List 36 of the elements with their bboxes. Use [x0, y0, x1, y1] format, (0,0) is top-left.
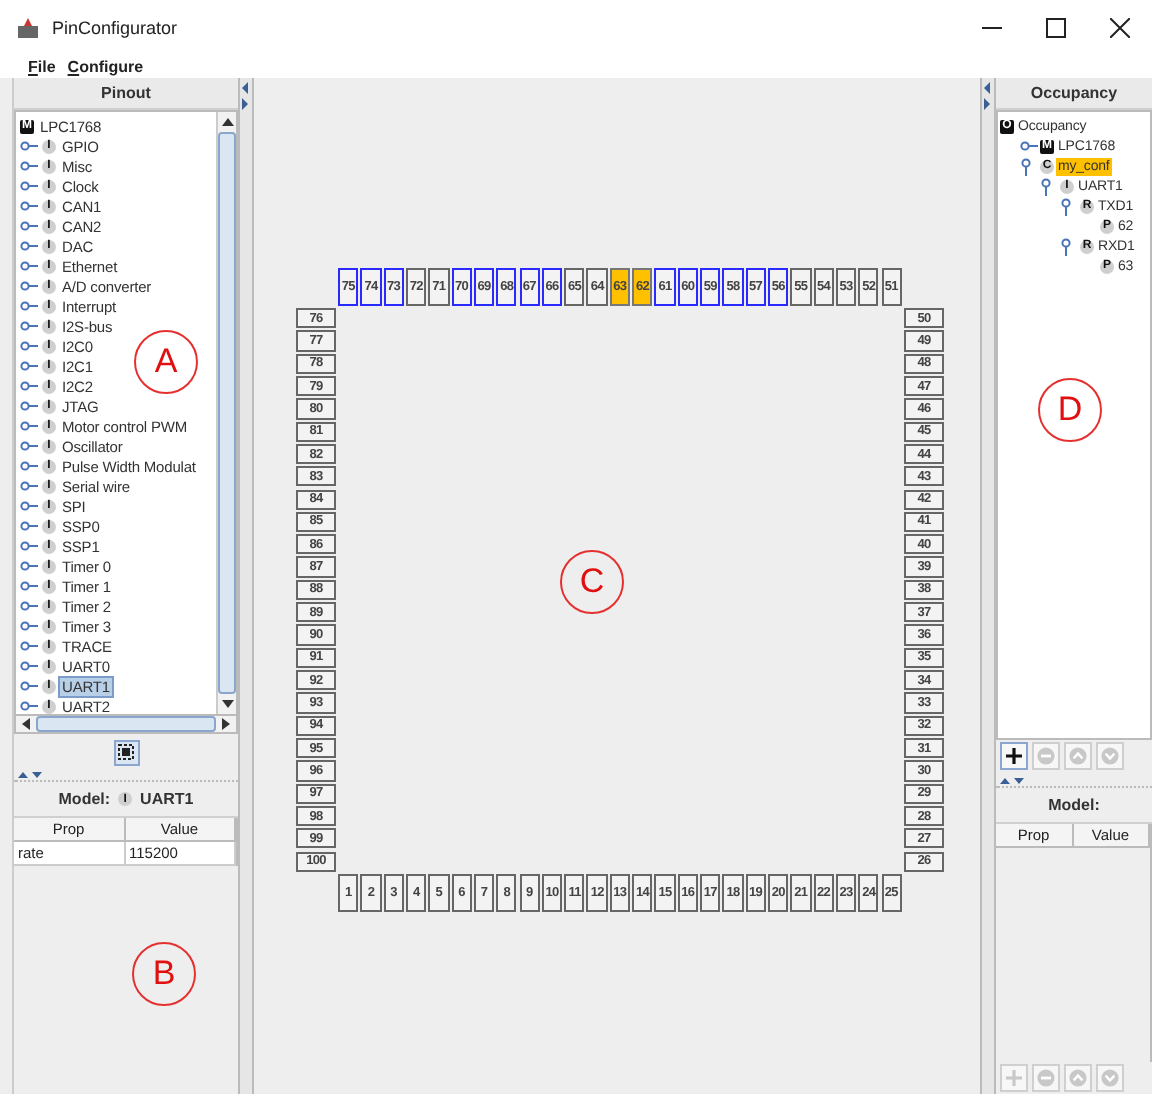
model-label: Model: [58, 790, 111, 808]
maximize-icon[interactable] [1046, 18, 1066, 38]
selection-icon [118, 744, 134, 760]
model-label: Model: [1048, 796, 1100, 814]
scroll-right-icon [220, 716, 232, 732]
menu-item[interactable]: File [28, 58, 56, 76]
plus-icon [1004, 1068, 1024, 1088]
collapse-arrows-icon [984, 82, 992, 110]
select-button[interactable] [113, 739, 139, 765]
add-button[interactable] [1000, 742, 1028, 770]
annotation-marker: D [1038, 378, 1102, 442]
menu-item[interactable]: Configure [67, 58, 144, 76]
annotation-marker: A [134, 330, 198, 394]
chevron-down-icon [1100, 746, 1120, 766]
vertical-scrollbar[interactable] [216, 112, 236, 714]
annotation-marker: C [560, 550, 624, 614]
scroll-down-icon [219, 698, 235, 710]
plus-icon [1004, 746, 1024, 766]
panel-title: Pinout [14, 78, 238, 110]
minus-icon [1036, 1068, 1056, 1088]
chevron-up-icon [1068, 746, 1088, 766]
scroll-left-icon [20, 716, 32, 732]
collapse-arrows-icon [1000, 775, 1024, 785]
chevron-down-icon [1100, 1068, 1120, 1088]
collapse-arrows-icon [242, 82, 250, 110]
close-icon[interactable] [1110, 18, 1130, 38]
chevron-up-icon [1068, 1068, 1088, 1088]
app-icon [16, 16, 40, 40]
minus-icon [1036, 746, 1056, 766]
horizontal-scrollbar[interactable] [14, 716, 238, 734]
window-title: PinConfigurator [52, 18, 178, 38]
collapse-arrows-icon [18, 769, 42, 779]
annotation-marker: B [132, 942, 196, 1006]
scroll-up-icon [219, 116, 235, 128]
model-name: UART1 [140, 790, 194, 808]
panel-title: Occupancy [996, 78, 1152, 110]
